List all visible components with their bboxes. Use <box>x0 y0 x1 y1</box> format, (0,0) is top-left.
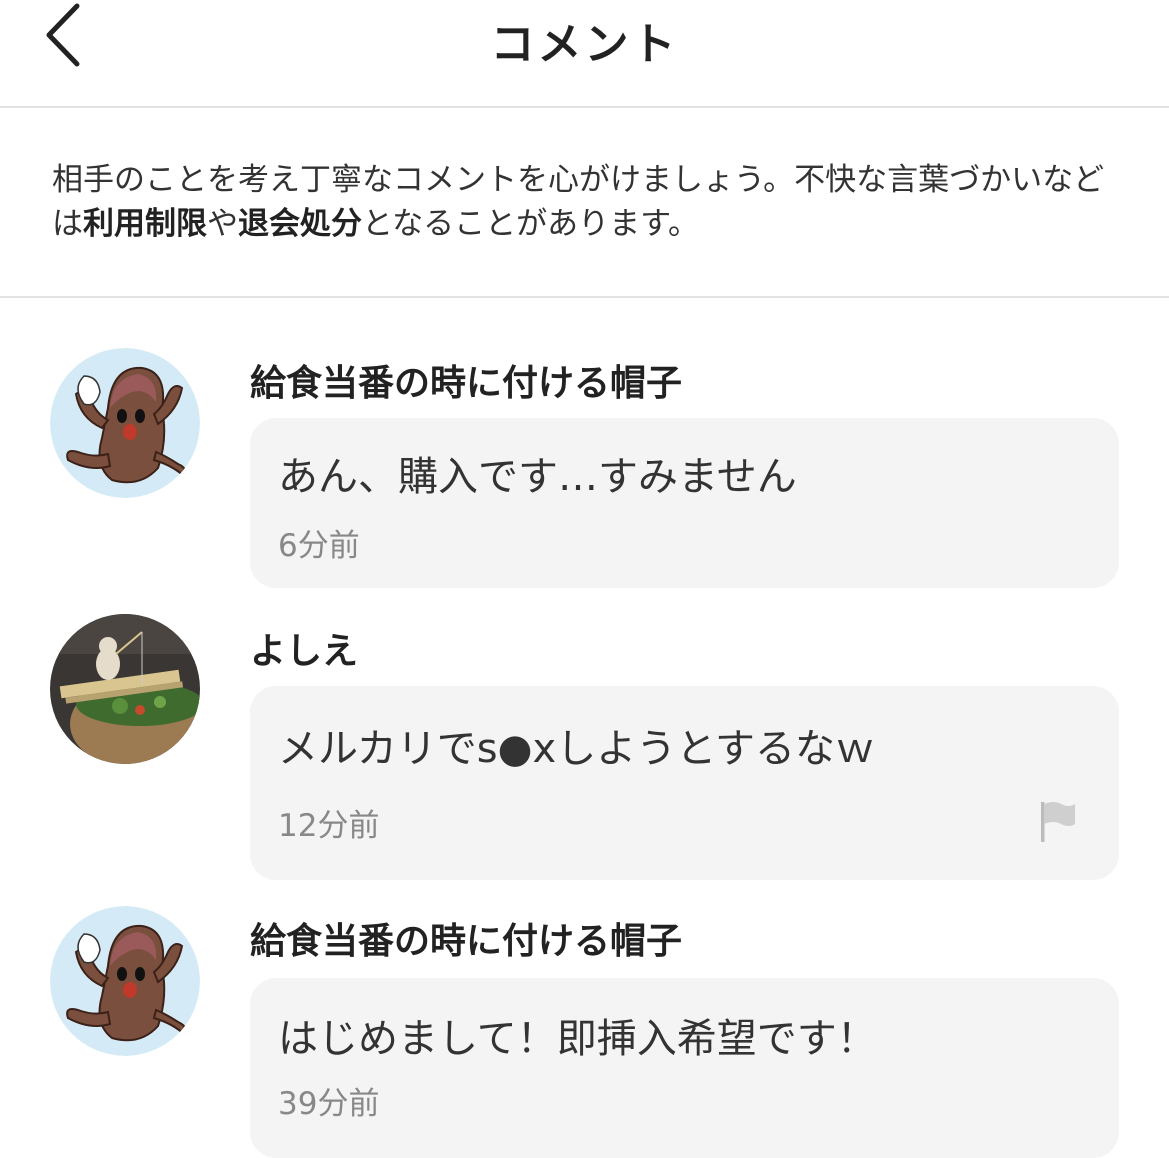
comment-username[interactable]: 給食当番の時に付ける帽子 <box>250 354 682 406</box>
page-title: コメント <box>490 19 679 70</box>
comment-text: あん、購入です…すみません <box>278 454 797 500</box>
comment-timestamp: 39分前 <box>278 1086 380 1122</box>
comment-bubble: メルカリでs●xしようとするなｗ 12分前 <box>250 686 1119 880</box>
report-button[interactable] <box>1039 800 1079 844</box>
flag-icon <box>1041 802 1075 842</box>
cartoon-character-avatar[interactable] <box>50 906 200 1056</box>
notice-text-part: や <box>207 206 238 242</box>
notice-bold-usage-restriction: 利用制限 <box>83 206 207 242</box>
notice-text: 相手のことを考え丁寧なコメントを心がけましょう。不快な言葉づかいなどは利用制限や… <box>52 158 1132 246</box>
photo-avatar[interactable] <box>50 614 200 764</box>
cartoon-character-avatar[interactable] <box>50 348 200 498</box>
notice-bold-account-termination: 退会処分 <box>238 206 362 242</box>
comment-username[interactable]: よしえ <box>250 622 358 674</box>
comment-timestamp: 12分前 <box>278 808 380 844</box>
notice-text-part: となることがあります。 <box>362 206 699 242</box>
comment-bubble: はじめまして！即挿入希望です！ 39分前 <box>250 978 1119 1158</box>
comment-bubble: あん、購入です…すみません 6分前 <box>250 418 1119 588</box>
top-bar: コメント <box>0 0 1169 108</box>
comment-text: メルカリでs●xしようとするなｗ <box>278 726 876 772</box>
comment-timestamp: 6分前 <box>278 528 360 564</box>
comment-guideline-notice: 相手のことを考え丁寧なコメントを心がけましょう。不快な言葉づかいなどは利用制限や… <box>0 108 1169 298</box>
comment-text: はじめまして！即挿入希望です！ <box>278 1016 877 1062</box>
comment-username[interactable]: 給食当番の時に付ける帽子 <box>250 912 682 964</box>
